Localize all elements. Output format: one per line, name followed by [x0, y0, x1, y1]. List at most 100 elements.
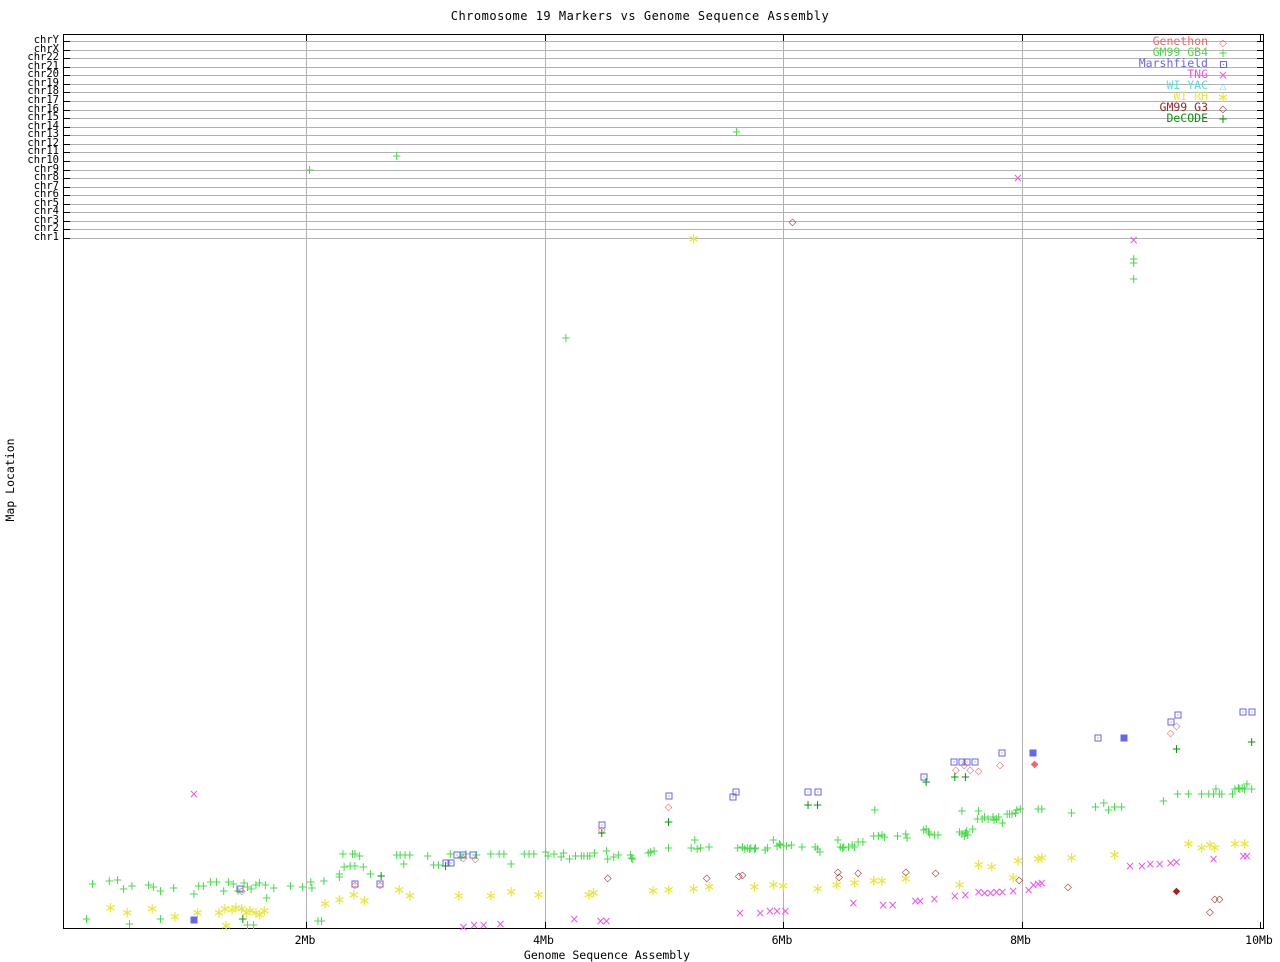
- data-point-marshfield: [1030, 750, 1037, 757]
- data-point-gm99gb4: +: [1247, 783, 1257, 795]
- data-point-wirh: ∗: [687, 232, 700, 247]
- y-axis-tick: [64, 58, 70, 59]
- data-point-tng: ×: [950, 890, 960, 902]
- chart-title: Chromosome 19 Markers vs Genome Sequence…: [0, 9, 1280, 23]
- chromosome-line: [64, 75, 1263, 76]
- x-axis-tick: [783, 35, 784, 41]
- y-axis-tick: [1257, 178, 1263, 179]
- data-point-wirh: ∗: [1012, 854, 1025, 869]
- x-axis-tick: [306, 922, 307, 928]
- data-point-gm99g3: ◇: [1216, 895, 1224, 905]
- data-point-tng: ×: [1129, 234, 1139, 246]
- y-axis-tick: [64, 84, 70, 85]
- data-point-gm99gb4: +: [316, 915, 326, 927]
- data-point-marshfield: [805, 789, 812, 796]
- chart-page: { "chart_data": { "type": "scatter", "ti…: [0, 0, 1280, 960]
- y-axis-tick: [64, 127, 70, 128]
- y-axis-tick: [64, 110, 70, 111]
- data-point-marshfield: [814, 789, 821, 796]
- plot-area: ++++++++++++++++++++++++++++++++++++++++…: [63, 34, 1264, 929]
- y-axis-tick: [64, 144, 70, 145]
- data-point-wirh: ∗: [146, 902, 159, 917]
- data-point-wirh: ∗: [972, 858, 985, 873]
- data-point-gm99gb4: +: [731, 126, 741, 138]
- x-axis-tick: [783, 922, 784, 928]
- y-axis-tick: [64, 101, 70, 102]
- data-point-gm99gb4: +: [392, 150, 402, 162]
- data-point-gm99gb4: +: [797, 841, 807, 853]
- data-point-wirh: ∗: [333, 893, 346, 908]
- data-point-gm99gb4: +: [902, 832, 912, 844]
- data-point-gm99gb4: +: [169, 882, 179, 894]
- data-point-gm99gb4: +: [879, 831, 889, 843]
- y-axis-tick: [1257, 118, 1263, 119]
- data-point-gm99gb4: +: [506, 858, 516, 870]
- chromosome-line: [64, 178, 1263, 179]
- chromosome-line: [64, 229, 1263, 230]
- data-point-gm99g3: ◇: [739, 871, 747, 881]
- chromosome-line: [64, 135, 1263, 136]
- y-axis-tick: [64, 92, 70, 93]
- data-point-tng: ×: [601, 915, 611, 927]
- data-point-gm99gb4: +: [786, 839, 796, 851]
- chromosome-line: [64, 58, 1263, 59]
- data-point-tng: ×: [479, 919, 489, 931]
- chromosome-line: [64, 101, 1263, 102]
- y-axis-tick: [1257, 84, 1263, 85]
- y-tick-labels: chrYchrXchr22chr21chr20chr19chr18chr17ch…: [0, 0, 59, 960]
- data-point-gm99gb4: +: [1067, 807, 1077, 819]
- data-point-genethon: ◇: [996, 761, 1004, 771]
- data-point-gm99g3: ◇: [604, 874, 612, 884]
- data-point-tng: ×: [1171, 856, 1181, 868]
- data-point-decode: +: [376, 870, 386, 882]
- y-axis-tick: [64, 221, 70, 222]
- data-point-wirh: ∗: [811, 882, 824, 897]
- data-point-gm99gb4: +: [628, 853, 638, 865]
- x-axis-tick: [306, 35, 307, 41]
- legend-label: DeCODE: [1108, 113, 1208, 124]
- data-point-wirh: ∗: [532, 888, 545, 903]
- data-point-tng: ×: [960, 889, 970, 901]
- y-axis-tick: [64, 204, 70, 205]
- data-point-gm99gb4: +: [1015, 803, 1025, 815]
- data-point-gm99gb4: +: [307, 882, 317, 894]
- data-point-decode: +: [1171, 743, 1181, 755]
- chromosome-line: [64, 127, 1263, 128]
- data-point-wirh: ∗: [505, 885, 518, 900]
- data-point-gm99gb4: +: [155, 885, 165, 897]
- y-tick-label: chr1: [0, 232, 59, 242]
- data-point-marshfield: [1248, 709, 1255, 716]
- chromosome-line: [64, 92, 1263, 93]
- x-tick-label: 4Mb: [533, 933, 554, 947]
- y-axis-tick: [64, 229, 70, 230]
- data-point-decode: +: [921, 776, 931, 788]
- data-point-gm99gb4: +: [82, 913, 92, 925]
- x-axis-tick: [1022, 35, 1023, 41]
- data-point-wirh: ∗: [1108, 848, 1121, 863]
- data-point-tng: ×: [1008, 885, 1018, 897]
- y-axis-tick: [64, 75, 70, 76]
- y-axis-tick: [64, 238, 70, 239]
- data-point-gm99gb4: +: [305, 164, 315, 176]
- legend: Genethon◇GM99 GB4+MarshfieldTNG×WI YAC△W…: [1108, 36, 1238, 124]
- data-point-gm99g3: ◇: [1064, 883, 1072, 893]
- y-axis-tick: [1257, 101, 1263, 102]
- data-point-wirh: ∗: [319, 897, 332, 912]
- x-axis-tick: [545, 35, 546, 41]
- data-point-gm99gb4: +: [649, 845, 659, 857]
- data-point-tng: ×: [780, 905, 790, 917]
- data-point-gm99gb4: +: [399, 858, 409, 870]
- data-point-tng: ×: [1208, 853, 1218, 865]
- data-point-tng: ×: [1155, 858, 1165, 870]
- data-point-marshfield: [733, 789, 740, 796]
- chromosome-line: [64, 84, 1263, 85]
- data-point-gm99gb4: +: [1183, 788, 1193, 800]
- data-point-tng: ×: [878, 899, 888, 911]
- data-point-genethon: ◇: [460, 854, 468, 864]
- data-point-tng: ×: [1242, 850, 1252, 862]
- chromosome-line: [64, 161, 1263, 162]
- y-axis-tick: [1257, 58, 1263, 59]
- data-point-wirh: ∗: [777, 879, 790, 894]
- chromosome-line: [64, 50, 1263, 51]
- data-point-gm99gb4: +: [933, 829, 943, 841]
